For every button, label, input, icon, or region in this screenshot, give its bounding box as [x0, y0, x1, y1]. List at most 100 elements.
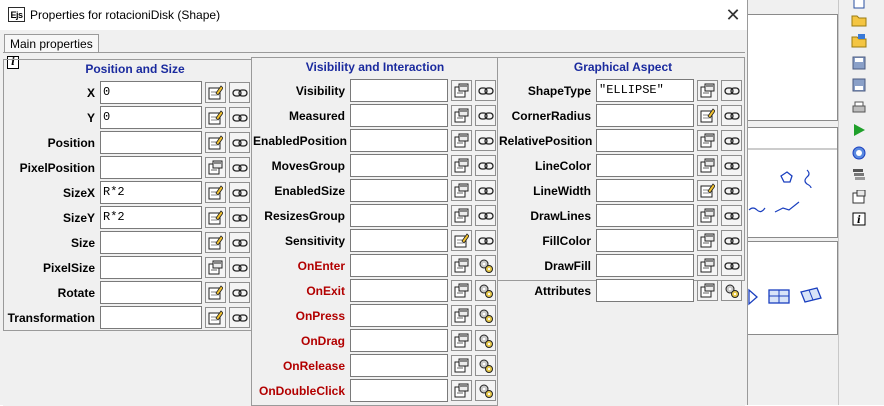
ondrag-field[interactable]	[350, 329, 448, 352]
enabledposition-link-button[interactable]	[475, 130, 496, 151]
relativeposition-link-button[interactable]	[721, 130, 742, 151]
measured-field[interactable]	[350, 104, 448, 127]
sizex-field[interactable]: R*2	[100, 181, 202, 204]
sensitivity-link-button[interactable]	[475, 230, 496, 251]
x-link-button[interactable]	[229, 82, 250, 103]
attributes-field[interactable]	[596, 279, 694, 302]
close-button[interactable]: ✕	[720, 4, 746, 26]
onrelease-form-button[interactable]	[451, 355, 472, 376]
measured-link-button[interactable]	[475, 105, 496, 126]
dialog-titlebar[interactable]: Ejs Properties for rotacioniDisk (Shape)…	[0, 0, 747, 30]
ondoubleclick-gears-button[interactable]	[475, 380, 496, 401]
linecolor-form-button[interactable]	[697, 155, 718, 176]
onrelease-gears-button[interactable]	[475, 355, 496, 376]
drawlines-form-button[interactable]	[697, 205, 718, 226]
position-edit-button[interactable]	[205, 132, 226, 153]
pixelposition-form-button[interactable]	[205, 157, 226, 178]
print-icon[interactable]	[851, 100, 867, 116]
linewidth-edit-button[interactable]	[697, 180, 718, 201]
onexit-gears-button[interactable]	[475, 280, 496, 301]
sensitivity-edit-button[interactable]	[451, 230, 472, 251]
resizesgroup-link-button[interactable]	[475, 205, 496, 226]
x-edit-button[interactable]	[205, 82, 226, 103]
enabledposition-field[interactable]	[350, 129, 448, 152]
stack-icon[interactable]	[851, 166, 867, 182]
shapetype-link-button[interactable]	[721, 80, 742, 101]
tab-main-properties[interactable]: Main properties	[4, 34, 99, 53]
linewidth-link-button[interactable]	[721, 180, 742, 201]
size-link-button[interactable]	[229, 232, 250, 253]
drawfill-link-button[interactable]	[721, 255, 742, 276]
resizesgroup-form-button[interactable]	[451, 205, 472, 226]
fillcolor-form-button[interactable]	[697, 230, 718, 251]
pixelposition-link-button[interactable]	[229, 157, 250, 178]
transformation-link-button[interactable]	[229, 307, 250, 328]
save-icon[interactable]	[851, 55, 867, 71]
settings-icon[interactable]	[851, 189, 867, 205]
info-icon[interactable]: i	[851, 211, 867, 227]
pixelsize-field[interactable]	[100, 256, 202, 279]
fillcolor-field[interactable]	[596, 229, 694, 252]
rotate-link-button[interactable]	[229, 282, 250, 303]
onpress-gears-button[interactable]	[475, 305, 496, 326]
relativeposition-field[interactable]	[596, 129, 694, 152]
run-icon[interactable]	[851, 122, 867, 138]
sensitivity-field[interactable]	[350, 229, 448, 252]
linecolor-link-button[interactable]	[721, 155, 742, 176]
enabledsize-link-button[interactable]	[475, 180, 496, 201]
onenter-gears-button[interactable]	[475, 255, 496, 276]
pixelsize-form-button[interactable]	[205, 257, 226, 278]
save-as-icon[interactable]	[851, 77, 867, 93]
sizex-link-button[interactable]	[229, 182, 250, 203]
search-icon[interactable]	[851, 145, 867, 161]
x-field[interactable]: 0	[100, 81, 202, 104]
sizey-field[interactable]: R*2	[100, 206, 202, 229]
rotate-edit-button[interactable]	[205, 282, 226, 303]
drawfill-field[interactable]	[596, 254, 694, 277]
enabledsize-form-button[interactable]	[451, 180, 472, 201]
rotate-field[interactable]	[100, 281, 202, 304]
enabledsize-field[interactable]	[350, 179, 448, 202]
pixelsize-link-button[interactable]	[229, 257, 250, 278]
onpress-field[interactable]	[350, 304, 448, 327]
ondrag-form-button[interactable]	[451, 330, 472, 351]
attributes-form-button[interactable]	[697, 280, 718, 301]
drawfill-form-button[interactable]	[697, 255, 718, 276]
y-field[interactable]: 0	[100, 106, 202, 129]
shapetype-field[interactable]: "ELLIPSE"	[596, 79, 694, 102]
onenter-form-button[interactable]	[451, 255, 472, 276]
transformation-field[interactable]	[100, 306, 202, 329]
resizesgroup-field[interactable]	[350, 204, 448, 227]
cornerradius-field[interactable]	[596, 104, 694, 127]
fillcolor-link-button[interactable]	[721, 230, 742, 251]
onexit-form-button[interactable]	[451, 280, 472, 301]
attributes-gears-button[interactable]	[721, 280, 742, 301]
size-edit-button[interactable]	[205, 232, 226, 253]
visibility-form-button[interactable]	[451, 80, 472, 101]
linewidth-field[interactable]	[596, 179, 694, 202]
onpress-form-button[interactable]	[451, 305, 472, 326]
movesgroup-link-button[interactable]	[475, 155, 496, 176]
measured-form-button[interactable]	[451, 105, 472, 126]
ondoubleclick-field[interactable]	[350, 379, 448, 402]
y-edit-button[interactable]	[205, 107, 226, 128]
transformation-edit-button[interactable]	[205, 307, 226, 328]
drawlines-link-button[interactable]	[721, 205, 742, 226]
ondrag-gears-button[interactable]	[475, 330, 496, 351]
linecolor-field[interactable]	[596, 154, 694, 177]
size-field[interactable]	[100, 231, 202, 254]
movesgroup-form-button[interactable]	[451, 155, 472, 176]
relativeposition-form-button[interactable]	[697, 130, 718, 151]
ondoubleclick-form-button[interactable]	[451, 380, 472, 401]
sizey-link-button[interactable]	[229, 207, 250, 228]
shapetype-form-button[interactable]	[697, 80, 718, 101]
open-folder-icon[interactable]	[851, 12, 867, 28]
pixelposition-field[interactable]	[100, 156, 202, 179]
position-link-button[interactable]	[229, 132, 250, 153]
sizey-edit-button[interactable]	[205, 207, 226, 228]
sizex-edit-button[interactable]	[205, 182, 226, 203]
y-link-button[interactable]	[229, 107, 250, 128]
visibility-link-button[interactable]	[475, 80, 496, 101]
onexit-field[interactable]	[350, 279, 448, 302]
enabledposition-form-button[interactable]	[451, 130, 472, 151]
